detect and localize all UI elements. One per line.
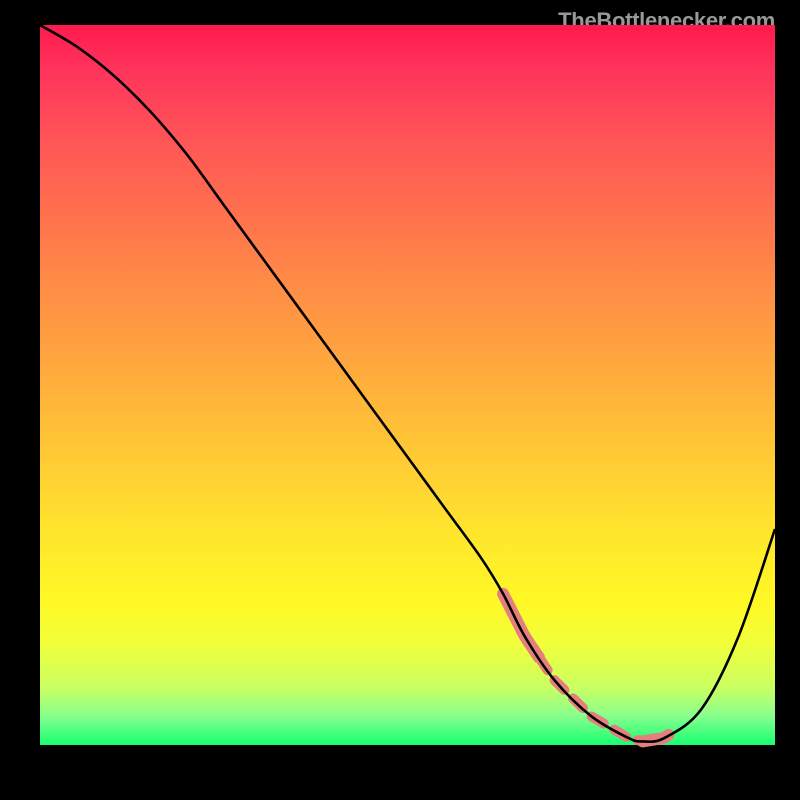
chart-container: { "attribution": "TheBottlenecker.com", … xyxy=(0,0,800,800)
plot-area xyxy=(40,25,775,745)
bottleneck-curve-path xyxy=(40,25,775,742)
curve-svg xyxy=(40,25,775,745)
optimal-zone-dash-highlight xyxy=(540,659,643,742)
